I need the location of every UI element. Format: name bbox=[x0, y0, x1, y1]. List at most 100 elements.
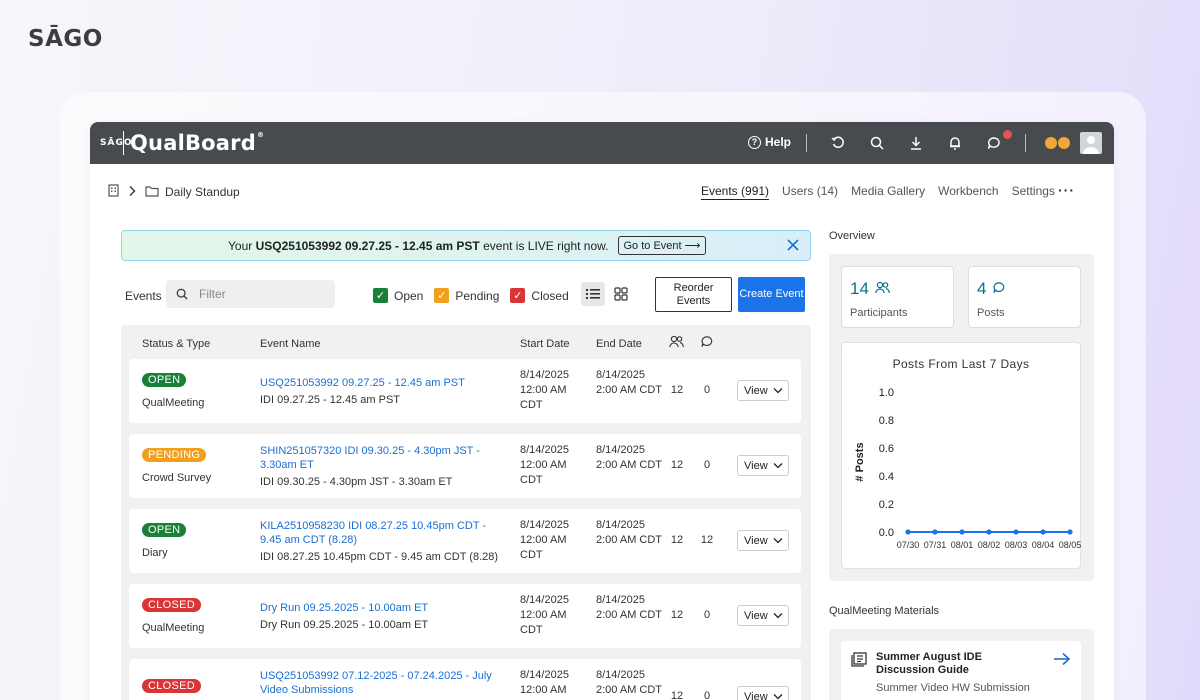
filter-input[interactable]: Filter bbox=[166, 280, 335, 308]
brand-name: QualBoard® bbox=[130, 131, 265, 155]
view-dropdown[interactable]: View bbox=[737, 686, 789, 700]
header-status-type[interactable]: Status & Type bbox=[142, 338, 210, 350]
grid-view-icon[interactable] bbox=[612, 285, 630, 303]
end-date: 8/14/2025 2:00 AM CDT bbox=[596, 444, 663, 471]
arrow-right-icon[interactable] bbox=[1053, 652, 1071, 671]
breadcrumb-folder[interactable]: Daily Standup bbox=[165, 185, 240, 199]
help-button[interactable]: ? Help bbox=[748, 135, 791, 149]
view-dropdown[interactable]: View bbox=[737, 530, 789, 551]
more-icon[interactable]: ··· bbox=[1058, 182, 1075, 198]
participants-stat-card[interactable]: 14 Participants bbox=[841, 266, 954, 328]
start-date: 8/14/2025 12:00 AM CDT bbox=[520, 669, 569, 700]
open-label: Open bbox=[394, 288, 424, 303]
search-icon bbox=[176, 288, 188, 300]
tab-workbench[interactable]: Workbench bbox=[938, 184, 998, 200]
refresh-icon[interactable] bbox=[828, 133, 848, 153]
event-type: Diary bbox=[142, 547, 168, 559]
participant-count: 12 bbox=[670, 459, 684, 471]
event-link[interactable]: USQ251053992 07.12-2025 - 07.24.2025 - J… bbox=[260, 670, 492, 696]
pending-checkbox[interactable]: ✓ Pending bbox=[434, 288, 499, 303]
x-tick-label: 08/03 bbox=[1005, 540, 1028, 550]
participants-icon[interactable] bbox=[669, 335, 684, 351]
material-card[interactable]: Summer August IDE Discussion Guide Summe… bbox=[841, 641, 1081, 700]
event-name: USQ251053992 09.27.25 - 12.45 am PST IDI… bbox=[260, 376, 505, 407]
chat-icon[interactable] bbox=[984, 133, 1004, 153]
participants-stat: 14 bbox=[850, 279, 890, 299]
event-link[interactable]: SHIN251057320 IDI 09.30.25 - 4.30pm JST … bbox=[260, 445, 480, 471]
sago-page-logo: SĀGO bbox=[28, 26, 103, 52]
table-row[interactable]: OPEN QualMeeting USQ251053992 09.27.25 -… bbox=[129, 359, 801, 423]
open-checkbox[interactable]: ✓ Open bbox=[373, 288, 423, 303]
posts-label: Posts bbox=[977, 307, 1005, 319]
end-date: 8/14/2025 2:00 AM CDT bbox=[596, 369, 663, 396]
event-link[interactable]: KILA2510958230 IDI 08.27.25 10.45pm CDT … bbox=[260, 520, 486, 546]
overview-panel: 14 Participants 4 Posts Posts From Last … bbox=[829, 254, 1094, 581]
table-row[interactable]: CLOSED QualMeeting Dry Run 09.25.2025 - … bbox=[129, 584, 801, 648]
brand-logo[interactable]: SĀGO QualBoard® bbox=[100, 131, 264, 155]
emoji-face-icon[interactable] bbox=[1045, 137, 1057, 149]
view-dropdown[interactable]: View bbox=[737, 455, 789, 476]
tab-settings[interactable]: Settings bbox=[1012, 184, 1055, 200]
avatar[interactable] bbox=[1080, 132, 1102, 154]
events-label: Events bbox=[125, 289, 162, 303]
tab-users[interactable]: Users (14) bbox=[782, 184, 838, 200]
y-tick-label: 0.0 bbox=[879, 527, 894, 539]
chevron-down-icon bbox=[773, 385, 783, 397]
event-type: QualMeeting bbox=[142, 622, 205, 634]
participants-icon bbox=[875, 279, 890, 299]
x-tick-label: 08/02 bbox=[978, 540, 1001, 550]
closed-checkbox[interactable]: ✓ Closed bbox=[510, 288, 569, 303]
event-name: SHIN251057320 IDI 09.30.25 - 4.30pm JST … bbox=[260, 444, 505, 489]
comment-icon[interactable] bbox=[700, 335, 714, 351]
event-link[interactable]: USQ251053992 09.27.25 - 12.45 am PST bbox=[260, 377, 465, 389]
table-row[interactable]: CLOSED USQ251053992 07.12-2025 - 07.24.2… bbox=[129, 659, 801, 700]
download-icon[interactable] bbox=[906, 133, 926, 153]
list-view-icon[interactable] bbox=[581, 282, 605, 306]
top-bar: SĀGO QualBoard® ? Help bbox=[90, 122, 1114, 164]
start-date: 8/14/2025 12:00 AM CDT bbox=[520, 594, 569, 636]
brand-mark: SĀGO bbox=[100, 137, 133, 148]
brand-separator bbox=[123, 131, 124, 155]
event-link[interactable]: Dry Run 09.25.2025 - 10.00am ET bbox=[260, 602, 428, 614]
posts-stat-card[interactable]: 4 Posts bbox=[968, 266, 1081, 328]
data-point bbox=[1067, 529, 1073, 535]
data-point bbox=[1040, 529, 1046, 535]
view-dropdown[interactable]: View bbox=[737, 380, 789, 401]
status-badge: OPEN bbox=[142, 523, 187, 537]
breadcrumb: Daily Standup bbox=[108, 184, 240, 200]
divider bbox=[806, 134, 807, 152]
status-filters: ✓ Open ✓ Pending ✓ Closed bbox=[373, 288, 580, 303]
divider bbox=[1025, 134, 1026, 152]
tab-media-gallery[interactable]: Media Gallery bbox=[851, 184, 925, 200]
event-name: USQ251053992 07.12-2025 - 07.24.2025 - J… bbox=[260, 669, 505, 700]
chevron-right-icon bbox=[128, 185, 136, 200]
y-axis-label: # Posts bbox=[854, 442, 866, 481]
event-subtitle: IDI 08.27.25 10.45pm CDT - 9.45 am CDT (… bbox=[260, 551, 499, 563]
banner-text: Your USQ251053992 09.27.25 - 12.45 am PS… bbox=[228, 238, 609, 253]
help-label: Help bbox=[765, 135, 792, 149]
notification-dot bbox=[1003, 130, 1012, 139]
header-event-name[interactable]: Event Name bbox=[260, 338, 321, 350]
create-event-button[interactable]: Create Event bbox=[738, 277, 805, 312]
table-row[interactable]: OPEN Diary KILA2510958230 IDI 08.27.25 1… bbox=[129, 509, 801, 573]
emoji-face-icon[interactable] bbox=[1058, 137, 1070, 149]
tab-bar: Events (991) Users (14) Media Gallery Wo… bbox=[701, 184, 1055, 200]
search-icon[interactable] bbox=[867, 133, 887, 153]
table-row[interactable]: PENDING Crowd Survey SHIN251057320 IDI 0… bbox=[129, 434, 801, 498]
data-point bbox=[959, 529, 965, 535]
header-end-date[interactable]: End Date bbox=[596, 338, 642, 350]
building-icon[interactable] bbox=[108, 184, 119, 200]
status-badge: PENDING bbox=[142, 448, 207, 462]
x-tick-label: 08/01 bbox=[951, 540, 974, 550]
tab-events[interactable]: Events (991) bbox=[701, 184, 770, 200]
reorder-events-button[interactable]: Reorder Events bbox=[655, 277, 732, 312]
material-name[interactable]: Summer August IDE Discussion Guide bbox=[876, 651, 1041, 677]
go-to-event-button[interactable]: Go to Event ⟶ bbox=[617, 236, 707, 255]
close-icon[interactable] bbox=[786, 238, 800, 252]
bell-icon[interactable] bbox=[945, 133, 965, 153]
header-start-date[interactable]: Start Date bbox=[520, 338, 570, 350]
view-dropdown[interactable]: View bbox=[737, 605, 789, 626]
event-subtitle: Dry Run 09.25.2025 - 10.00am ET bbox=[260, 619, 429, 631]
status-badge: CLOSED bbox=[142, 679, 202, 693]
materials-panel: Summer August IDE Discussion Guide Summe… bbox=[829, 629, 1094, 700]
